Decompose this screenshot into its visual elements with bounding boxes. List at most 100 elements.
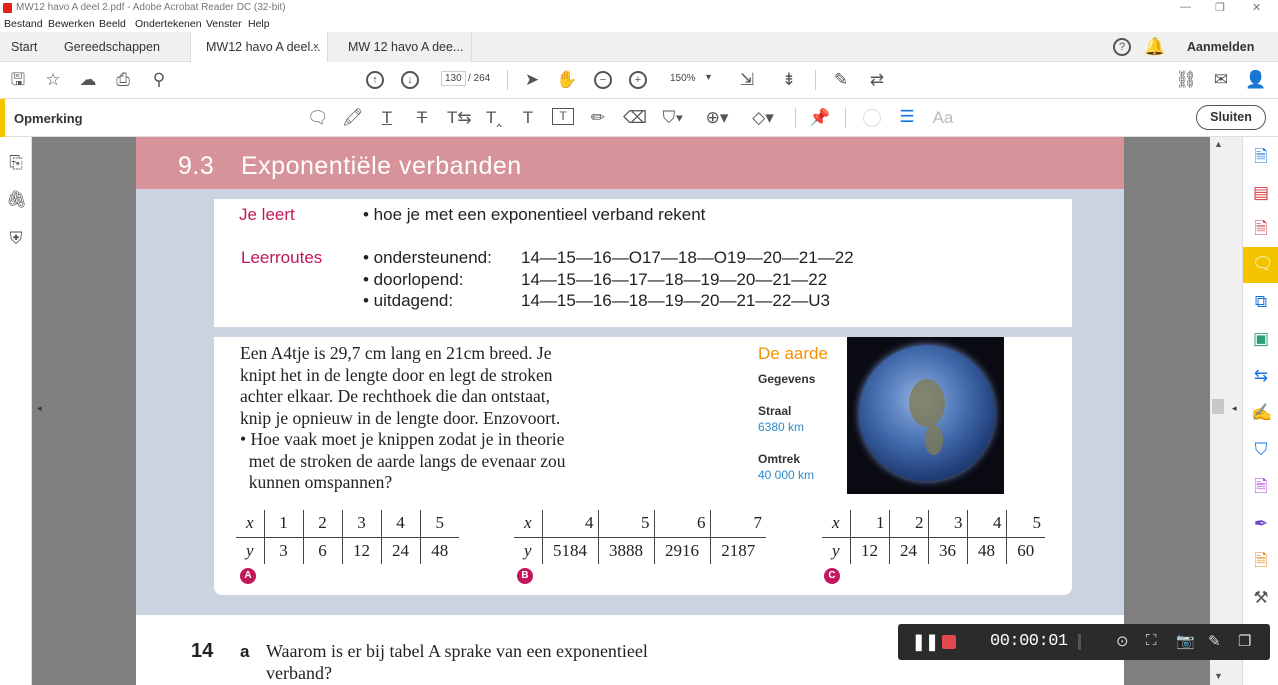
scroll-mode-icon[interactable]: ⇟ — [778, 70, 800, 90]
route-name: • uitdagend: — [363, 291, 454, 310]
table-cell: 4 — [381, 510, 421, 538]
request-signature-icon[interactable]: 🗎 — [1251, 551, 1271, 571]
page-thumbnails-icon[interactable]: ⎘ — [6, 153, 26, 173]
restore-icon[interactable]: ❐ — [1215, 1, 1225, 14]
organize-pages-icon[interactable]: ▤ — [1251, 183, 1271, 203]
camera-icon[interactable]: 📷 — [1176, 632, 1195, 650]
fullscreen-icon[interactable]: ⛶ — [1146, 632, 1157, 649]
prepare-form-icon[interactable]: 🗎 — [1251, 477, 1271, 497]
scroll-thumb[interactable] — [1212, 399, 1224, 414]
divider — [815, 70, 816, 90]
tab-gereedschappen[interactable]: Gereedschappen — [64, 32, 160, 62]
menu-beeld[interactable]: Beeld — [99, 18, 126, 30]
export-pdf-icon[interactable]: 🗎 — [1251, 219, 1271, 239]
comment-tool-active[interactable]: 🗨 — [1243, 247, 1278, 283]
sign-pen-icon[interactable]: ✎ — [830, 70, 852, 90]
document-viewport[interactable]: ◂ 9.3 Exponentiële verbanden Je leert • … — [32, 137, 1210, 685]
color-picker-icon[interactable] — [863, 109, 881, 127]
page-number-input[interactable]: 130 — [441, 71, 466, 86]
tab-document-2[interactable]: MW 12 havo A dee... — [329, 32, 472, 62]
insert-text-icon[interactable]: T‸ — [483, 108, 505, 128]
question-number: 14 — [191, 640, 214, 662]
minimize-icon[interactable]: — — [1180, 1, 1191, 13]
create-pdf-icon[interactable]: 🗎 — [1251, 147, 1271, 167]
stop-icon[interactable] — [942, 635, 956, 649]
tab-start[interactable]: Start — [11, 32, 37, 62]
fit-page-icon[interactable]: ⇲ — [735, 70, 759, 90]
collapse-left-icon[interactable]: ◂ — [37, 403, 42, 414]
table-cell: 12 — [850, 537, 890, 564]
acrobat-icon — [3, 3, 12, 13]
line-weight-icon[interactable]: ☰ — [897, 107, 917, 127]
stamp-icon[interactable]: ⛉▾ — [659, 108, 687, 128]
tab-close-icon[interactable]: × — [313, 32, 319, 62]
eraser-icon[interactable]: ⌫ — [623, 108, 647, 128]
zoom-in-icon[interactable]: + — [629, 71, 647, 89]
table-cell: 3888 — [598, 537, 655, 564]
menu-help[interactable]: Help — [248, 18, 270, 30]
menu-bewerken[interactable]: Bewerken — [48, 18, 95, 30]
protect-icon[interactable]: ⛉ — [1251, 440, 1271, 460]
menu-ondertekenen[interactable]: Ondertekenen — [135, 18, 202, 30]
pause-icon[interactable]: ❚❚ — [912, 632, 939, 652]
zoom-level-select[interactable]: 150% — [670, 73, 696, 84]
close-comment-button[interactable]: Sluiten — [1196, 105, 1266, 130]
attach-icon[interactable]: ⊕▾ — [703, 108, 731, 128]
webcam-icon[interactable]: ⊙ — [1116, 632, 1129, 650]
question-text: Waarom is er bij tabel A sprake van een … — [266, 641, 648, 661]
table-cell: 60 — [1017, 540, 1035, 560]
shapes-icon[interactable]: ◇▾ — [748, 108, 778, 128]
replace-text-icon[interactable]: T⇆ — [447, 108, 472, 128]
tab-document-label: MW12 havo A deel... — [206, 40, 321, 54]
text-box-icon[interactable]: T — [552, 108, 574, 125]
font-size-icon[interactable]: Aa — [932, 108, 954, 128]
previous-page-icon[interactable]: ↑ — [366, 71, 384, 89]
strikethrough-icon[interactable]: T — [412, 108, 432, 128]
scroll-up-icon[interactable]: ▲ — [1214, 139, 1223, 149]
layers-lock-icon[interactable]: ⛨ — [6, 229, 26, 249]
intro-line: kunnen omspannen? — [240, 472, 393, 492]
fill-sign-icon[interactable]: ✍ — [1251, 403, 1272, 423]
signature-icon[interactable]: ✒ — [1251, 514, 1271, 534]
menu-bestand[interactable]: Bestand — [4, 18, 43, 30]
star-icon[interactable]: ☆ — [43, 70, 63, 90]
save-icon[interactable]: 🖫 — [8, 70, 28, 90]
draw-pen-icon[interactable]: ✎ — [1208, 632, 1221, 650]
chevron-down-icon[interactable]: ▾ — [706, 72, 711, 83]
leerroutes-label: Leerroutes — [241, 248, 323, 267]
edit-pdf-icon[interactable]: ▣ — [1251, 329, 1271, 349]
scroll-down-icon[interactable]: ▼ — [1214, 671, 1223, 681]
notification-bell-icon[interactable]: 🔔 — [1144, 37, 1165, 57]
send-track-icon[interactable]: ⇆ — [1251, 366, 1271, 386]
globe — [859, 345, 995, 481]
combine-files-icon[interactable]: ⧉ — [1251, 292, 1271, 312]
cloud-upload-icon[interactable]: ☁ — [78, 70, 98, 90]
highlight-icon[interactable]: 🖍 — [342, 108, 364, 128]
zoom-out-icon[interactable]: − — [594, 71, 612, 89]
help-icon[interactable]: ? — [1113, 38, 1131, 56]
underline-text-icon[interactable]: T — [377, 108, 397, 128]
link-icon[interactable]: ⛓ — [1175, 70, 1197, 90]
print-icon[interactable]: ⎙ — [113, 70, 133, 90]
close-icon[interactable]: ✕ — [1252, 1, 1261, 14]
zoom-search-icon[interactable]: ⚲ — [148, 70, 170, 90]
account-share-icon[interactable]: 👤 — [1245, 70, 1267, 90]
next-page-icon[interactable]: ↓ — [401, 71, 419, 89]
menu-venster[interactable]: Venster — [206, 18, 242, 30]
sticky-note-icon[interactable]: 🗨 — [307, 108, 329, 128]
vertical-scrollbar[interactable]: ▲ ◂ ▼ — [1210, 137, 1242, 685]
pencil-icon[interactable]: ✏ — [588, 108, 608, 128]
share-icon[interactable]: ⇄ — [866, 70, 888, 90]
sign-in-button[interactable]: Aanmelden — [1187, 32, 1254, 62]
attachment-icon[interactable]: 🖇 — [6, 190, 28, 210]
tab-document-active[interactable]: MW12 havo A deel... × — [190, 32, 328, 62]
hand-tool-icon[interactable]: ✋ — [556, 70, 578, 90]
pin-icon[interactable]: 📌 — [809, 108, 830, 128]
window-icon[interactable]: ❐ — [1238, 632, 1251, 650]
add-text-icon[interactable]: T — [518, 108, 538, 128]
mail-icon[interactable]: ✉ — [1210, 70, 1232, 90]
select-cursor-icon[interactable]: ➤ — [522, 70, 542, 90]
collapse-right-icon[interactable]: ◂ — [1232, 403, 1237, 414]
more-tools-icon[interactable]: ⚒ — [1251, 588, 1271, 608]
section-number: 9.3 — [178, 152, 215, 180]
